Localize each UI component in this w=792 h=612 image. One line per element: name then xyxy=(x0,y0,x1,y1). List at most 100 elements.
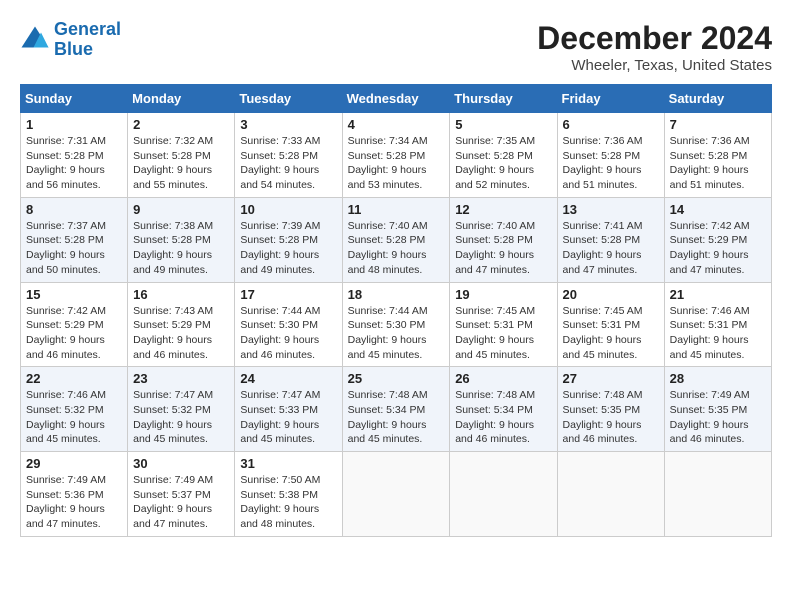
day-info: Sunrise: 7:42 AMSunset: 5:29 PMDaylight:… xyxy=(670,220,750,276)
calendar-body: 1 Sunrise: 7:31 AMSunset: 5:28 PMDaylight… xyxy=(21,113,772,537)
calendar-cell: 12 Sunrise: 7:40 AMSunset: 5:28 PMDayligh… xyxy=(450,197,557,282)
day-info: Sunrise: 7:40 AMSunset: 5:28 PMDaylight:… xyxy=(455,220,535,276)
day-info: Sunrise: 7:44 AMSunset: 5:30 PMDaylight:… xyxy=(240,305,320,361)
calendar-cell: 29Sunrise: 7:49 AMSunset: 5:36 PMDayligh… xyxy=(21,452,128,537)
calendar-cell: 28 Sunrise: 7:49 AMSunset: 5:35 PMDayligh… xyxy=(664,367,771,452)
calendar-cell: 10 Sunrise: 7:39 AMSunset: 5:28 PMDayligh… xyxy=(235,197,342,282)
day-number: 7 xyxy=(670,117,766,132)
day-number: 21 xyxy=(670,287,766,302)
day-number: 19 xyxy=(455,287,551,302)
week-row: 29Sunrise: 7:49 AMSunset: 5:36 PMDayligh… xyxy=(21,452,772,537)
day-info: Sunrise: 7:49 AMSunset: 5:35 PMDaylight:… xyxy=(670,389,750,445)
day-number: 28 xyxy=(670,371,766,386)
day-number: 9 xyxy=(133,202,229,217)
calendar-cell: 2 Sunrise: 7:32 AMSunset: 5:28 PMDaylight… xyxy=(128,113,235,198)
logo-line1: General xyxy=(54,19,121,39)
day-number: 12 xyxy=(455,202,551,217)
column-header-wednesday: Wednesday xyxy=(342,85,450,113)
day-number: 27 xyxy=(563,371,659,386)
calendar-cell: 31 Sunrise: 7:50 AMSunset: 5:38 PMDayligh… xyxy=(235,452,342,537)
day-info: Sunrise: 7:38 AMSunset: 5:28 PMDaylight:… xyxy=(133,220,213,276)
calendar-cell: 23 Sunrise: 7:47 AMSunset: 5:32 PMDayligh… xyxy=(128,367,235,452)
day-number: 2 xyxy=(133,117,229,132)
logo-line2: Blue xyxy=(54,39,93,59)
day-number: 1 xyxy=(26,117,122,132)
day-info: Sunrise: 7:40 AMSunset: 5:28 PMDaylight:… xyxy=(348,220,428,276)
day-number: 4 xyxy=(348,117,445,132)
calendar-cell: 13 Sunrise: 7:41 AMSunset: 5:28 PMDayligh… xyxy=(557,197,664,282)
day-number: 30 xyxy=(133,456,229,471)
day-info: Sunrise: 7:31 AMSunset: 5:28 PMDaylight:… xyxy=(26,135,106,191)
day-info: Sunrise: 7:46 AMSunset: 5:31 PMDaylight:… xyxy=(670,305,750,361)
day-info: Sunrise: 7:47 AMSunset: 5:32 PMDaylight:… xyxy=(133,389,213,445)
day-info: Sunrise: 7:33 AMSunset: 5:28 PMDaylight:… xyxy=(240,135,320,191)
column-header-tuesday: Tuesday xyxy=(235,85,342,113)
day-number: 5 xyxy=(455,117,551,132)
day-info: Sunrise: 7:48 AMSunset: 5:34 PMDaylight:… xyxy=(348,389,428,445)
calendar-cell: 30 Sunrise: 7:49 AMSunset: 5:37 PMDayligh… xyxy=(128,452,235,537)
calendar-cell: 4Sunrise: 7:34 AMSunset: 5:28 PMDaylight… xyxy=(342,113,450,198)
page-header: General Blue December 2024 Wheeler, Texa… xyxy=(20,20,772,74)
column-header-monday: Monday xyxy=(128,85,235,113)
day-info: Sunrise: 7:48 AMSunset: 5:35 PMDaylight:… xyxy=(563,389,643,445)
calendar-cell: 15Sunrise: 7:42 AMSunset: 5:29 PMDayligh… xyxy=(21,282,128,367)
calendar-cell: 8Sunrise: 7:37 AMSunset: 5:28 PMDaylight… xyxy=(21,197,128,282)
calendar-cell: 9 Sunrise: 7:38 AMSunset: 5:28 PMDaylight… xyxy=(128,197,235,282)
calendar-cell: 1 Sunrise: 7:31 AMSunset: 5:28 PMDaylight… xyxy=(21,113,128,198)
day-info: Sunrise: 7:45 AMSunset: 5:31 PMDaylight:… xyxy=(563,305,643,361)
calendar-cell: 27 Sunrise: 7:48 AMSunset: 5:35 PMDayligh… xyxy=(557,367,664,452)
day-info: Sunrise: 7:32 AMSunset: 5:28 PMDaylight:… xyxy=(133,135,213,191)
day-info: Sunrise: 7:41 AMSunset: 5:28 PMDaylight:… xyxy=(563,220,643,276)
column-header-friday: Friday xyxy=(557,85,664,113)
column-header-saturday: Saturday xyxy=(664,85,771,113)
day-info: Sunrise: 7:49 AMSunset: 5:37 PMDaylight:… xyxy=(133,474,213,530)
calendar-cell: 26Sunrise: 7:48 AMSunset: 5:34 PMDayligh… xyxy=(450,367,557,452)
calendar-cell: 16 Sunrise: 7:43 AMSunset: 5:29 PMDayligh… xyxy=(128,282,235,367)
calendar-cell: 14Sunrise: 7:42 AMSunset: 5:29 PMDayligh… xyxy=(664,197,771,282)
day-info: Sunrise: 7:45 AMSunset: 5:31 PMDaylight:… xyxy=(455,305,535,361)
day-number: 20 xyxy=(563,287,659,302)
calendar-cell: 18Sunrise: 7:44 AMSunset: 5:30 PMDayligh… xyxy=(342,282,450,367)
day-number: 31 xyxy=(240,456,336,471)
calendar-cell: 24 Sunrise: 7:47 AMSunset: 5:33 PMDayligh… xyxy=(235,367,342,452)
calendar-cell: 17 Sunrise: 7:44 AMSunset: 5:30 PMDayligh… xyxy=(235,282,342,367)
day-number: 17 xyxy=(240,287,336,302)
calendar-cell: 6Sunrise: 7:36 AMSunset: 5:28 PMDaylight… xyxy=(557,113,664,198)
week-row: 15Sunrise: 7:42 AMSunset: 5:29 PMDayligh… xyxy=(21,282,772,367)
calendar-subtitle: Wheeler, Texas, United States xyxy=(537,57,772,74)
calendar-cell: 3Sunrise: 7:33 AMSunset: 5:28 PMDaylight… xyxy=(235,113,342,198)
day-number: 8 xyxy=(26,202,122,217)
calendar-cell: 22Sunrise: 7:46 AMSunset: 5:32 PMDayligh… xyxy=(21,367,128,452)
logo-text: General Blue xyxy=(54,20,121,60)
day-info: Sunrise: 7:50 AMSunset: 5:38 PMDaylight:… xyxy=(240,474,320,530)
day-number: 22 xyxy=(26,371,122,386)
day-number: 23 xyxy=(133,371,229,386)
day-number: 6 xyxy=(563,117,659,132)
day-number: 24 xyxy=(240,371,336,386)
calendar-cell: 21 Sunrise: 7:46 AMSunset: 5:31 PMDayligh… xyxy=(664,282,771,367)
week-row: 22Sunrise: 7:46 AMSunset: 5:32 PMDayligh… xyxy=(21,367,772,452)
day-number: 13 xyxy=(563,202,659,217)
day-info: Sunrise: 7:49 AMSunset: 5:36 PMDaylight:… xyxy=(26,474,106,530)
calendar-cell xyxy=(557,452,664,537)
day-number: 16 xyxy=(133,287,229,302)
calendar-cell: 11 Sunrise: 7:40 AMSunset: 5:28 PMDayligh… xyxy=(342,197,450,282)
title-block: December 2024 Wheeler, Texas, United Sta… xyxy=(537,20,772,74)
day-info: Sunrise: 7:35 AMSunset: 5:28 PMDaylight:… xyxy=(455,135,535,191)
calendar-cell: 20 Sunrise: 7:45 AMSunset: 5:31 PMDayligh… xyxy=(557,282,664,367)
day-info: Sunrise: 7:36 AMSunset: 5:28 PMDaylight:… xyxy=(670,135,750,191)
day-number: 10 xyxy=(240,202,336,217)
day-info: Sunrise: 7:43 AMSunset: 5:29 PMDaylight:… xyxy=(133,305,213,361)
day-info: Sunrise: 7:39 AMSunset: 5:28 PMDaylight:… xyxy=(240,220,320,276)
calendar-cell: 19 Sunrise: 7:45 AMSunset: 5:31 PMDayligh… xyxy=(450,282,557,367)
calendar-table: SundayMondayTuesdayWednesdayThursdayFrid… xyxy=(20,84,772,537)
calendar-title: December 2024 xyxy=(537,20,772,57)
calendar-cell: 7 Sunrise: 7:36 AMSunset: 5:28 PMDaylight… xyxy=(664,113,771,198)
week-row: 1 Sunrise: 7:31 AMSunset: 5:28 PMDaylight… xyxy=(21,113,772,198)
day-number: 11 xyxy=(348,202,445,217)
calendar-cell: 25Sunrise: 7:48 AMSunset: 5:34 PMDayligh… xyxy=(342,367,450,452)
day-number: 18 xyxy=(348,287,445,302)
calendar-cell xyxy=(664,452,771,537)
day-info: Sunrise: 7:47 AMSunset: 5:33 PMDaylight:… xyxy=(240,389,320,445)
column-headers: SundayMondayTuesdayWednesdayThursdayFrid… xyxy=(21,85,772,113)
